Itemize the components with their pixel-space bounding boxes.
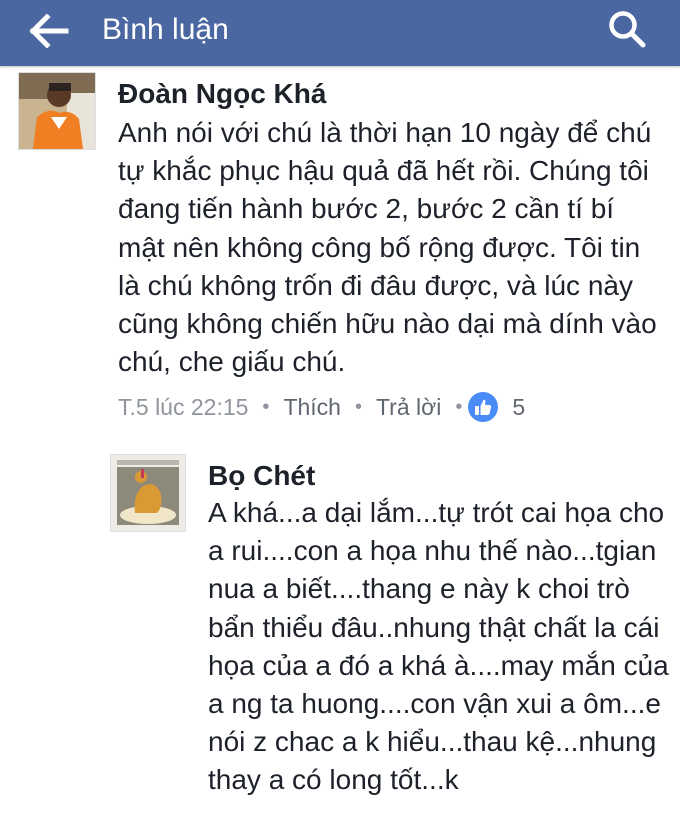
- top-bar: Bình luận: [0, 0, 680, 66]
- search-button[interactable]: [602, 4, 652, 54]
- separator-dot: •: [455, 395, 463, 418]
- comment-meta: T.5 lúc 22:15 • Thích • Trả lời • 5: [118, 390, 525, 424]
- back-button[interactable]: [24, 8, 74, 54]
- arrow-left-icon: [29, 14, 69, 48]
- profile-photo: [19, 73, 95, 149]
- separator-dot: •: [262, 395, 270, 418]
- comment-timestamp[interactable]: T.5 lúc 22:15: [118, 394, 248, 421]
- reaction-count[interactable]: 5: [512, 394, 525, 421]
- reply-button[interactable]: Trả lời: [376, 394, 441, 421]
- profile-photo: [111, 455, 185, 531]
- like-button[interactable]: Thích: [283, 394, 341, 421]
- search-icon: [609, 11, 646, 48]
- comment-text: A khá...a dại lắm...tự trót cai họa cho …: [208, 497, 669, 796]
- separator-dot: •: [354, 395, 362, 418]
- like-thumb-icon[interactable]: [468, 392, 499, 422]
- avatar[interactable]: [18, 72, 96, 150]
- comment-author[interactable]: Bọ Chét: [208, 459, 315, 493]
- comment-author[interactable]: Đoàn Ngọc Khá: [118, 77, 326, 111]
- avatar[interactable]: [110, 454, 186, 532]
- page-title: Bình luận: [102, 13, 229, 46]
- comment-text: Anh nói với chú là thời hạn 10 ngày để c…: [118, 117, 657, 378]
